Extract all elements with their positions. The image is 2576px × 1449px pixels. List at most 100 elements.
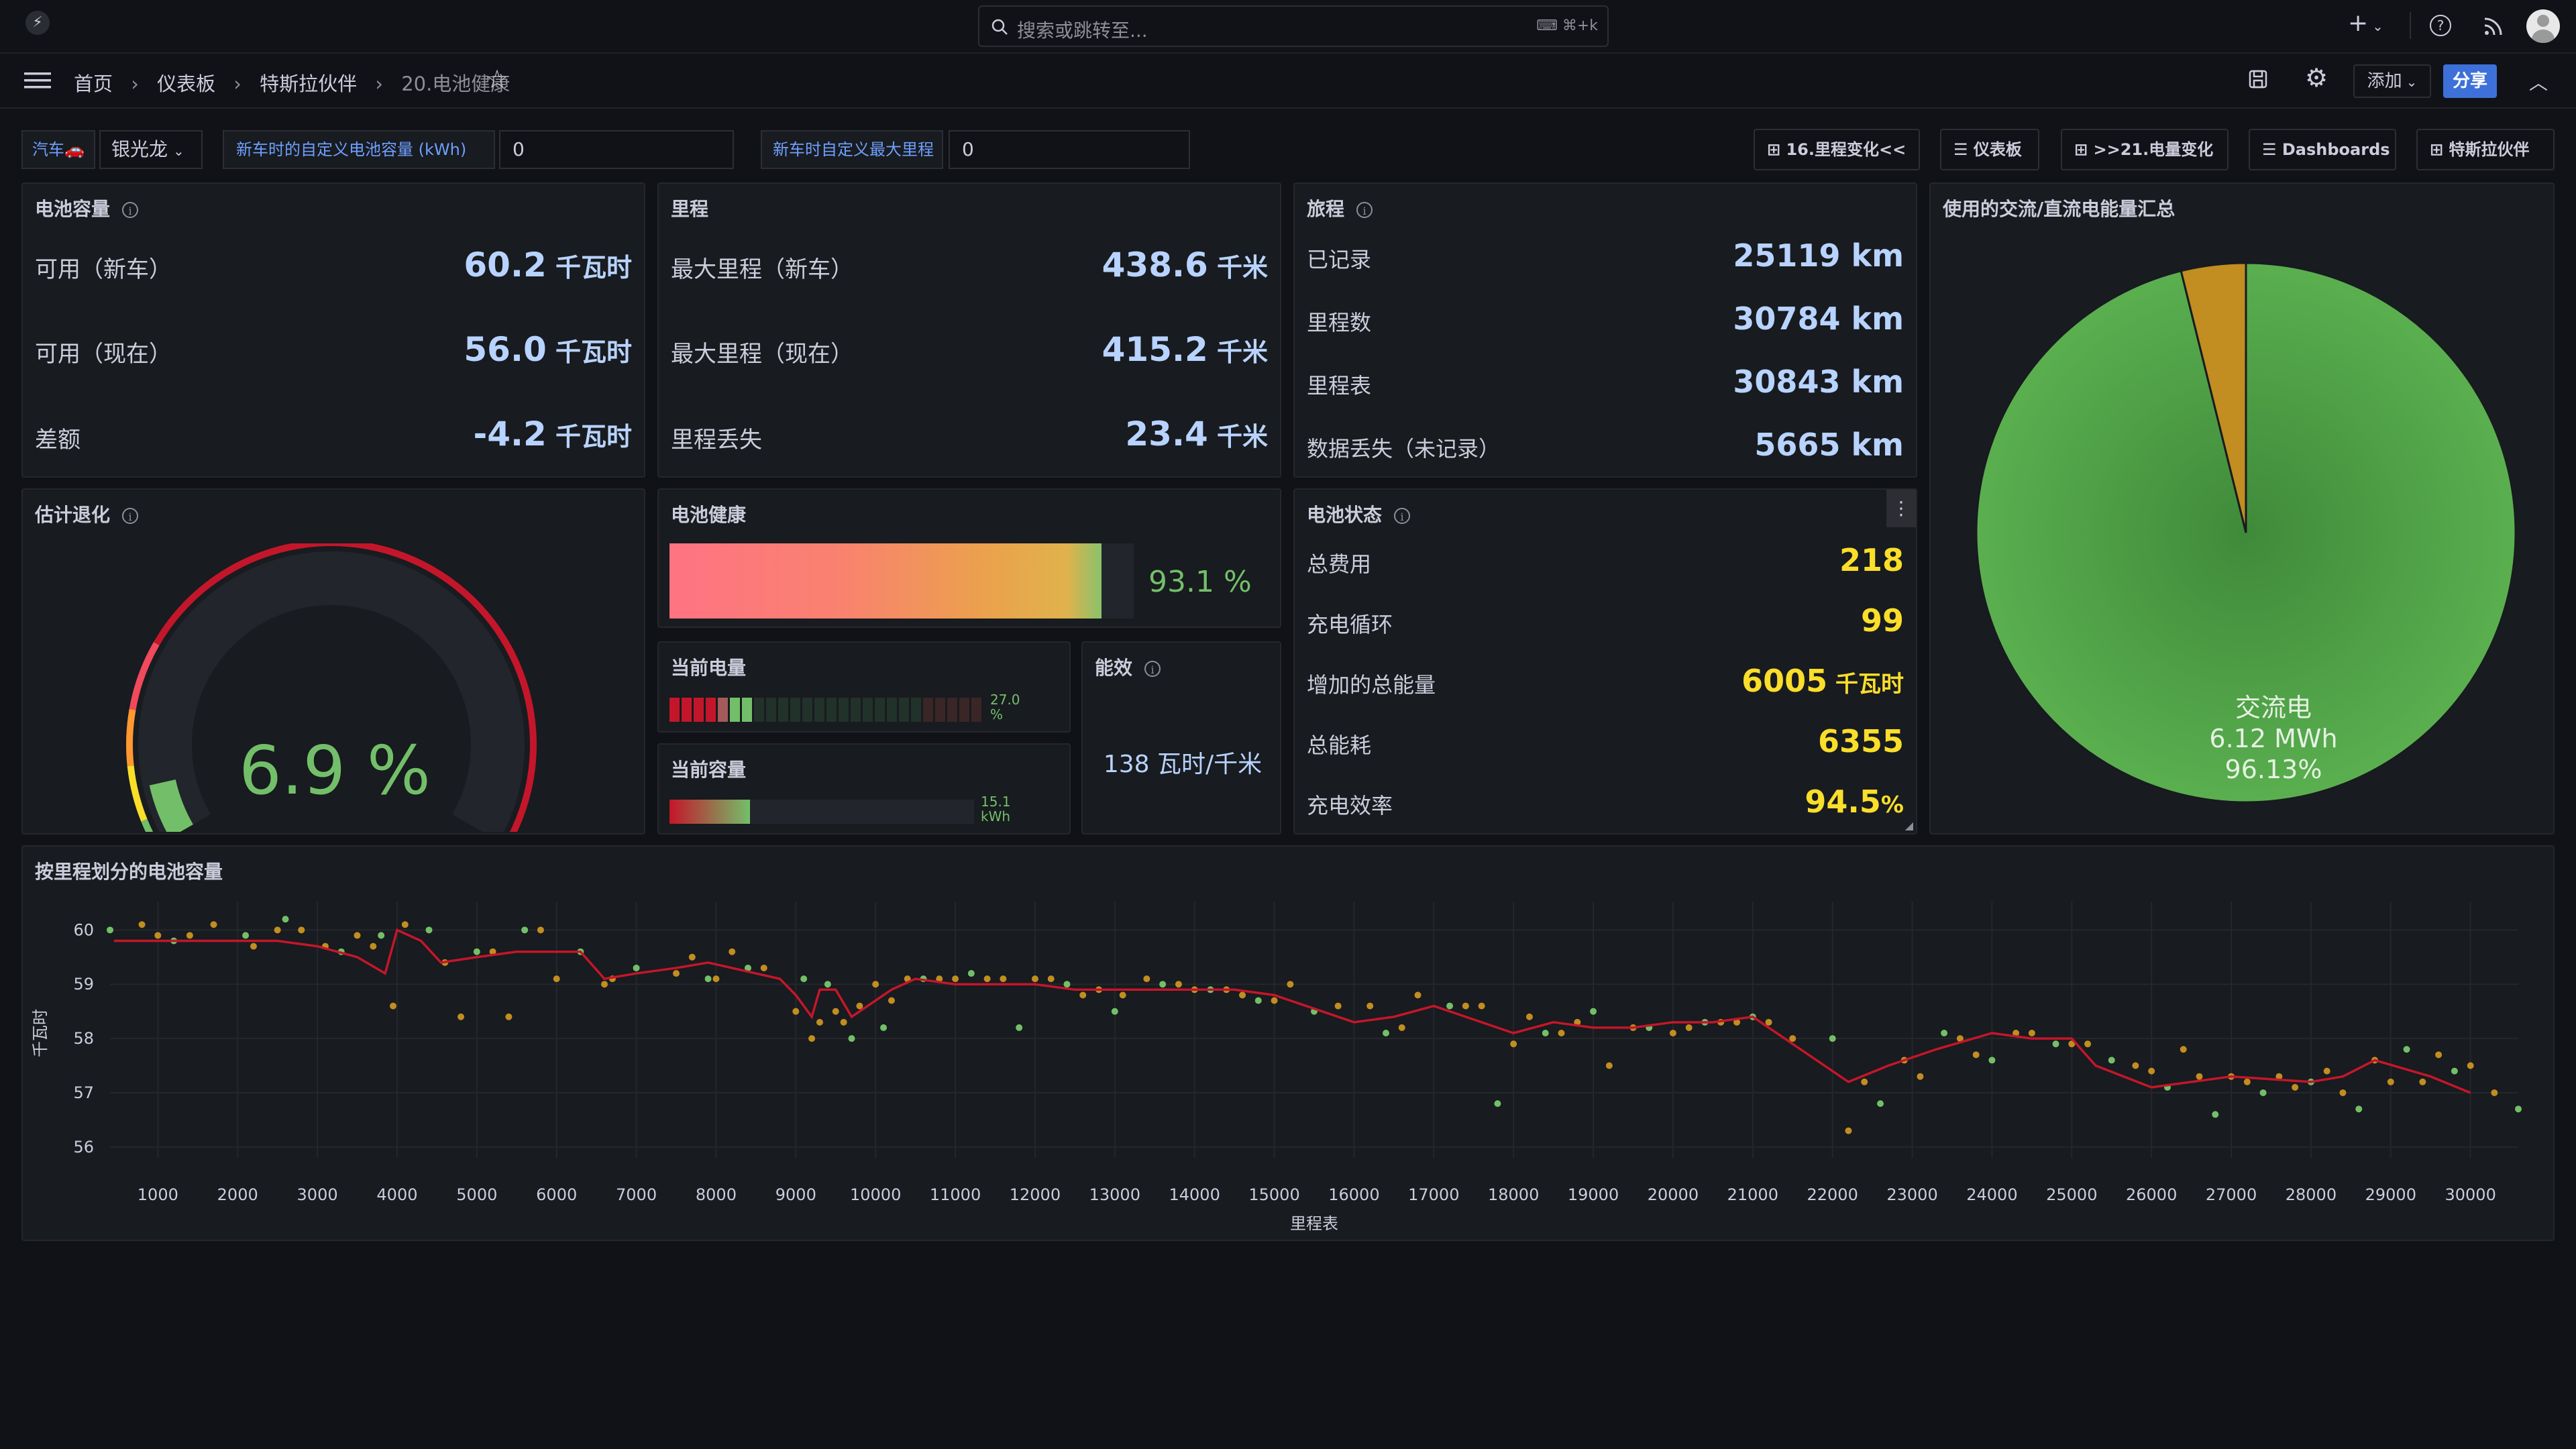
- grafana-logo-icon[interactable]: ⚡: [25, 11, 50, 35]
- y-tick-label: 57: [73, 1083, 94, 1102]
- info-icon[interactable]: i: [1394, 508, 1411, 524]
- scatter-point: [1605, 1062, 1613, 1069]
- current-charge-value: 27.0 %: [990, 692, 1020, 722]
- scatter-point: [1398, 1024, 1405, 1031]
- scatter-point: [370, 943, 377, 950]
- row-label: 最大里程（现在）: [671, 341, 853, 368]
- new-button[interactable]: + ⌄: [2348, 9, 2383, 37]
- scatter-point: [840, 1018, 847, 1026]
- save-icon[interactable]: [2247, 68, 2269, 90]
- y-tick-label: 58: [73, 1029, 94, 1048]
- link-dashboards[interactable]: ☰ Dashboards: [2249, 129, 2396, 170]
- scatter-point: [505, 1013, 513, 1020]
- x-tick-label: 26000: [2126, 1185, 2177, 1204]
- range-input[interactable]: 0: [949, 130, 1190, 169]
- scatter-point: [2403, 1046, 2410, 1053]
- scatter-point: [2355, 1106, 2363, 1113]
- scatter-point: [1525, 1013, 1533, 1020]
- search-shortcut-text: ⌘+k: [1562, 17, 1598, 34]
- menu-icon[interactable]: [24, 70, 51, 91]
- row-label: 可用（新车）: [35, 256, 172, 283]
- scatter-point: [107, 926, 113, 934]
- charge-segment: [706, 698, 716, 722]
- avatar-head: [2537, 15, 2549, 27]
- scatter-point: [401, 921, 409, 928]
- info-icon[interactable]: i: [1144, 661, 1161, 677]
- breadcrumb-folder[interactable]: 特斯拉伙伴: [260, 72, 357, 95]
- scatter-point: [1765, 1018, 1772, 1026]
- list-icon: ☰: [1953, 140, 1974, 159]
- panel-battery-capacity: 电池容量 i 可用（新车） 60.2 千瓦时 可用（现在） 56.0 千瓦时 差额…: [21, 182, 645, 478]
- resize-handle-icon[interactable]: ◢: [1905, 819, 1913, 832]
- settings-gear-icon[interactable]: ⚙: [2305, 63, 2328, 93]
- value-unit: 千米: [1208, 337, 1268, 367]
- scatter-point: [186, 932, 193, 939]
- scatter-point: [673, 970, 680, 977]
- row-label: 里程丢失: [671, 427, 762, 453]
- value-number: 23.4: [1125, 415, 1208, 453]
- charge-segment: [959, 698, 969, 722]
- help-icon[interactable]: ?: [2430, 15, 2451, 36]
- x-tick-label: 21000: [1727, 1185, 1778, 1204]
- capacity-input[interactable]: 0: [499, 130, 734, 169]
- scatter-point: [872, 981, 879, 988]
- link-mileage-change[interactable]: ⊞ 16.里程变化<<: [1754, 129, 1920, 170]
- scatter-point: [760, 964, 767, 971]
- scatter-point: [473, 948, 480, 955]
- scatter-point: [688, 953, 696, 961]
- scatter-point: [1119, 991, 1126, 999]
- scatter-point: [282, 916, 289, 923]
- panel-title: 能效 i: [1095, 653, 1161, 680]
- scatter-point: [2132, 1062, 2139, 1069]
- rss-feed-icon[interactable]: [2482, 15, 2505, 38]
- share-button[interactable]: 分享: [2443, 64, 2497, 98]
- scatter-point: [856, 1002, 863, 1010]
- car-select[interactable]: 银光龙 ⌄: [99, 130, 203, 169]
- x-tick-label: 11000: [930, 1185, 981, 1204]
- panel-ac-dc-energy: 使用的交流/直流电能量汇总 交流电 6.12 MWh 96.13%: [1929, 182, 2555, 835]
- scatter-point: [1542, 1030, 1549, 1036]
- info-icon[interactable]: i: [122, 202, 139, 218]
- scatter-point: [390, 1002, 397, 1010]
- scatter-point: [210, 921, 217, 928]
- star-icon[interactable]: ☆: [486, 64, 508, 94]
- link-tesla-buddy-label: 特斯拉伙伴: [2449, 140, 2530, 159]
- charge-segment: [863, 698, 873, 722]
- charge-segment: [839, 698, 849, 722]
- row-value: 99: [1860, 602, 1904, 639]
- value-number: 94.5: [1805, 784, 1881, 820]
- search-input[interactable]: 搜索或跳转至... ⌨ ⌘+k: [978, 5, 1609, 47]
- x-tick-label: 20000: [1648, 1185, 1699, 1204]
- info-icon[interactable]: i: [122, 508, 139, 524]
- charge-segment: [935, 698, 945, 722]
- value-number: 6005: [1741, 663, 1828, 699]
- keyboard-icon: ⌨: [1536, 17, 1562, 34]
- breadcrumb-dashboards[interactable]: 仪表板: [157, 72, 215, 95]
- info-icon[interactable]: i: [1356, 202, 1373, 218]
- breadcrumb-home[interactable]: 首页: [74, 72, 113, 95]
- avatar[interactable]: [2526, 9, 2560, 43]
- value-unit: 千瓦时: [546, 337, 632, 367]
- panel-title: 使用的交流/直流电能量汇总: [1943, 198, 2176, 220]
- charge-segment: [754, 698, 764, 722]
- scatter-point: [1789, 1035, 1796, 1042]
- scatter-point: [1558, 1030, 1565, 1036]
- value-unit: 千瓦时: [1827, 671, 1904, 698]
- link-dashboards-cn-label: 仪表板: [1973, 140, 2022, 159]
- scatter-point: [1829, 1035, 1836, 1042]
- panel-efficiency: 能效 i 138 瓦时/千米: [1081, 641, 1281, 835]
- charge-segment: [899, 698, 909, 722]
- add-button[interactable]: 添加 ⌄: [2353, 64, 2431, 98]
- link-dashboards-cn[interactable]: ☰ 仪表板: [1940, 129, 2039, 170]
- scatter-point: [2323, 1067, 2330, 1075]
- charge-segment: [887, 698, 897, 722]
- breadcrumb-separator-icon: ›: [233, 72, 241, 95]
- charge-segment: [718, 698, 728, 722]
- scatter-point: [816, 1018, 823, 1026]
- panel-menu-icon[interactable]: ⋮: [1886, 490, 1916, 527]
- link-tesla-buddy[interactable]: ⊞ 特斯拉伙伴: [2416, 129, 2555, 170]
- scatter-point: [1079, 991, 1087, 999]
- link-charge-change[interactable]: ⊞ >>21.电量变化: [2061, 129, 2229, 170]
- collapse-chevron-up-icon[interactable]: ︿: [2529, 68, 2548, 95]
- row-label: 总费用: [1307, 551, 1372, 577]
